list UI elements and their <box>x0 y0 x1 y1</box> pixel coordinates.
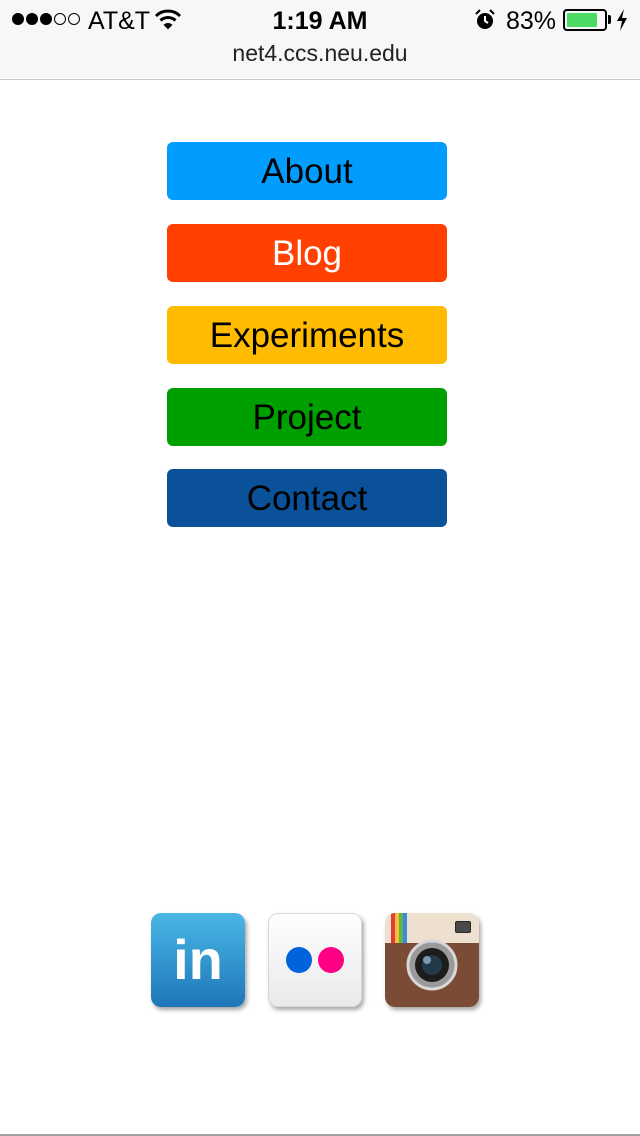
alarm-icon <box>474 9 496 36</box>
linkedin-icon[interactable]: in <box>151 913 245 1007</box>
flickr-icon[interactable] <box>268 913 362 1007</box>
experiments-button[interactable]: Experiments <box>167 306 447 364</box>
about-button[interactable]: About <box>167 142 447 200</box>
address-bar-url[interactable]: net4.ccs.neu.edu <box>0 40 640 67</box>
battery-tip <box>608 15 611 24</box>
contact-button[interactable]: Contact <box>167 469 447 527</box>
status-bar: AT&T 1:19 AM 83% net4.ccs.neu.edu <box>0 0 640 80</box>
linkedin-logo-text: in <box>173 928 223 991</box>
instagram-icon[interactable] <box>385 913 479 1007</box>
blog-button[interactable]: Blog <box>167 224 447 282</box>
battery-icon <box>563 9 607 31</box>
project-button[interactable]: Project <box>167 388 447 446</box>
battery-percentage: 83% <box>506 7 557 35</box>
charging-icon <box>616 9 628 36</box>
battery-level-fill <box>567 13 597 27</box>
